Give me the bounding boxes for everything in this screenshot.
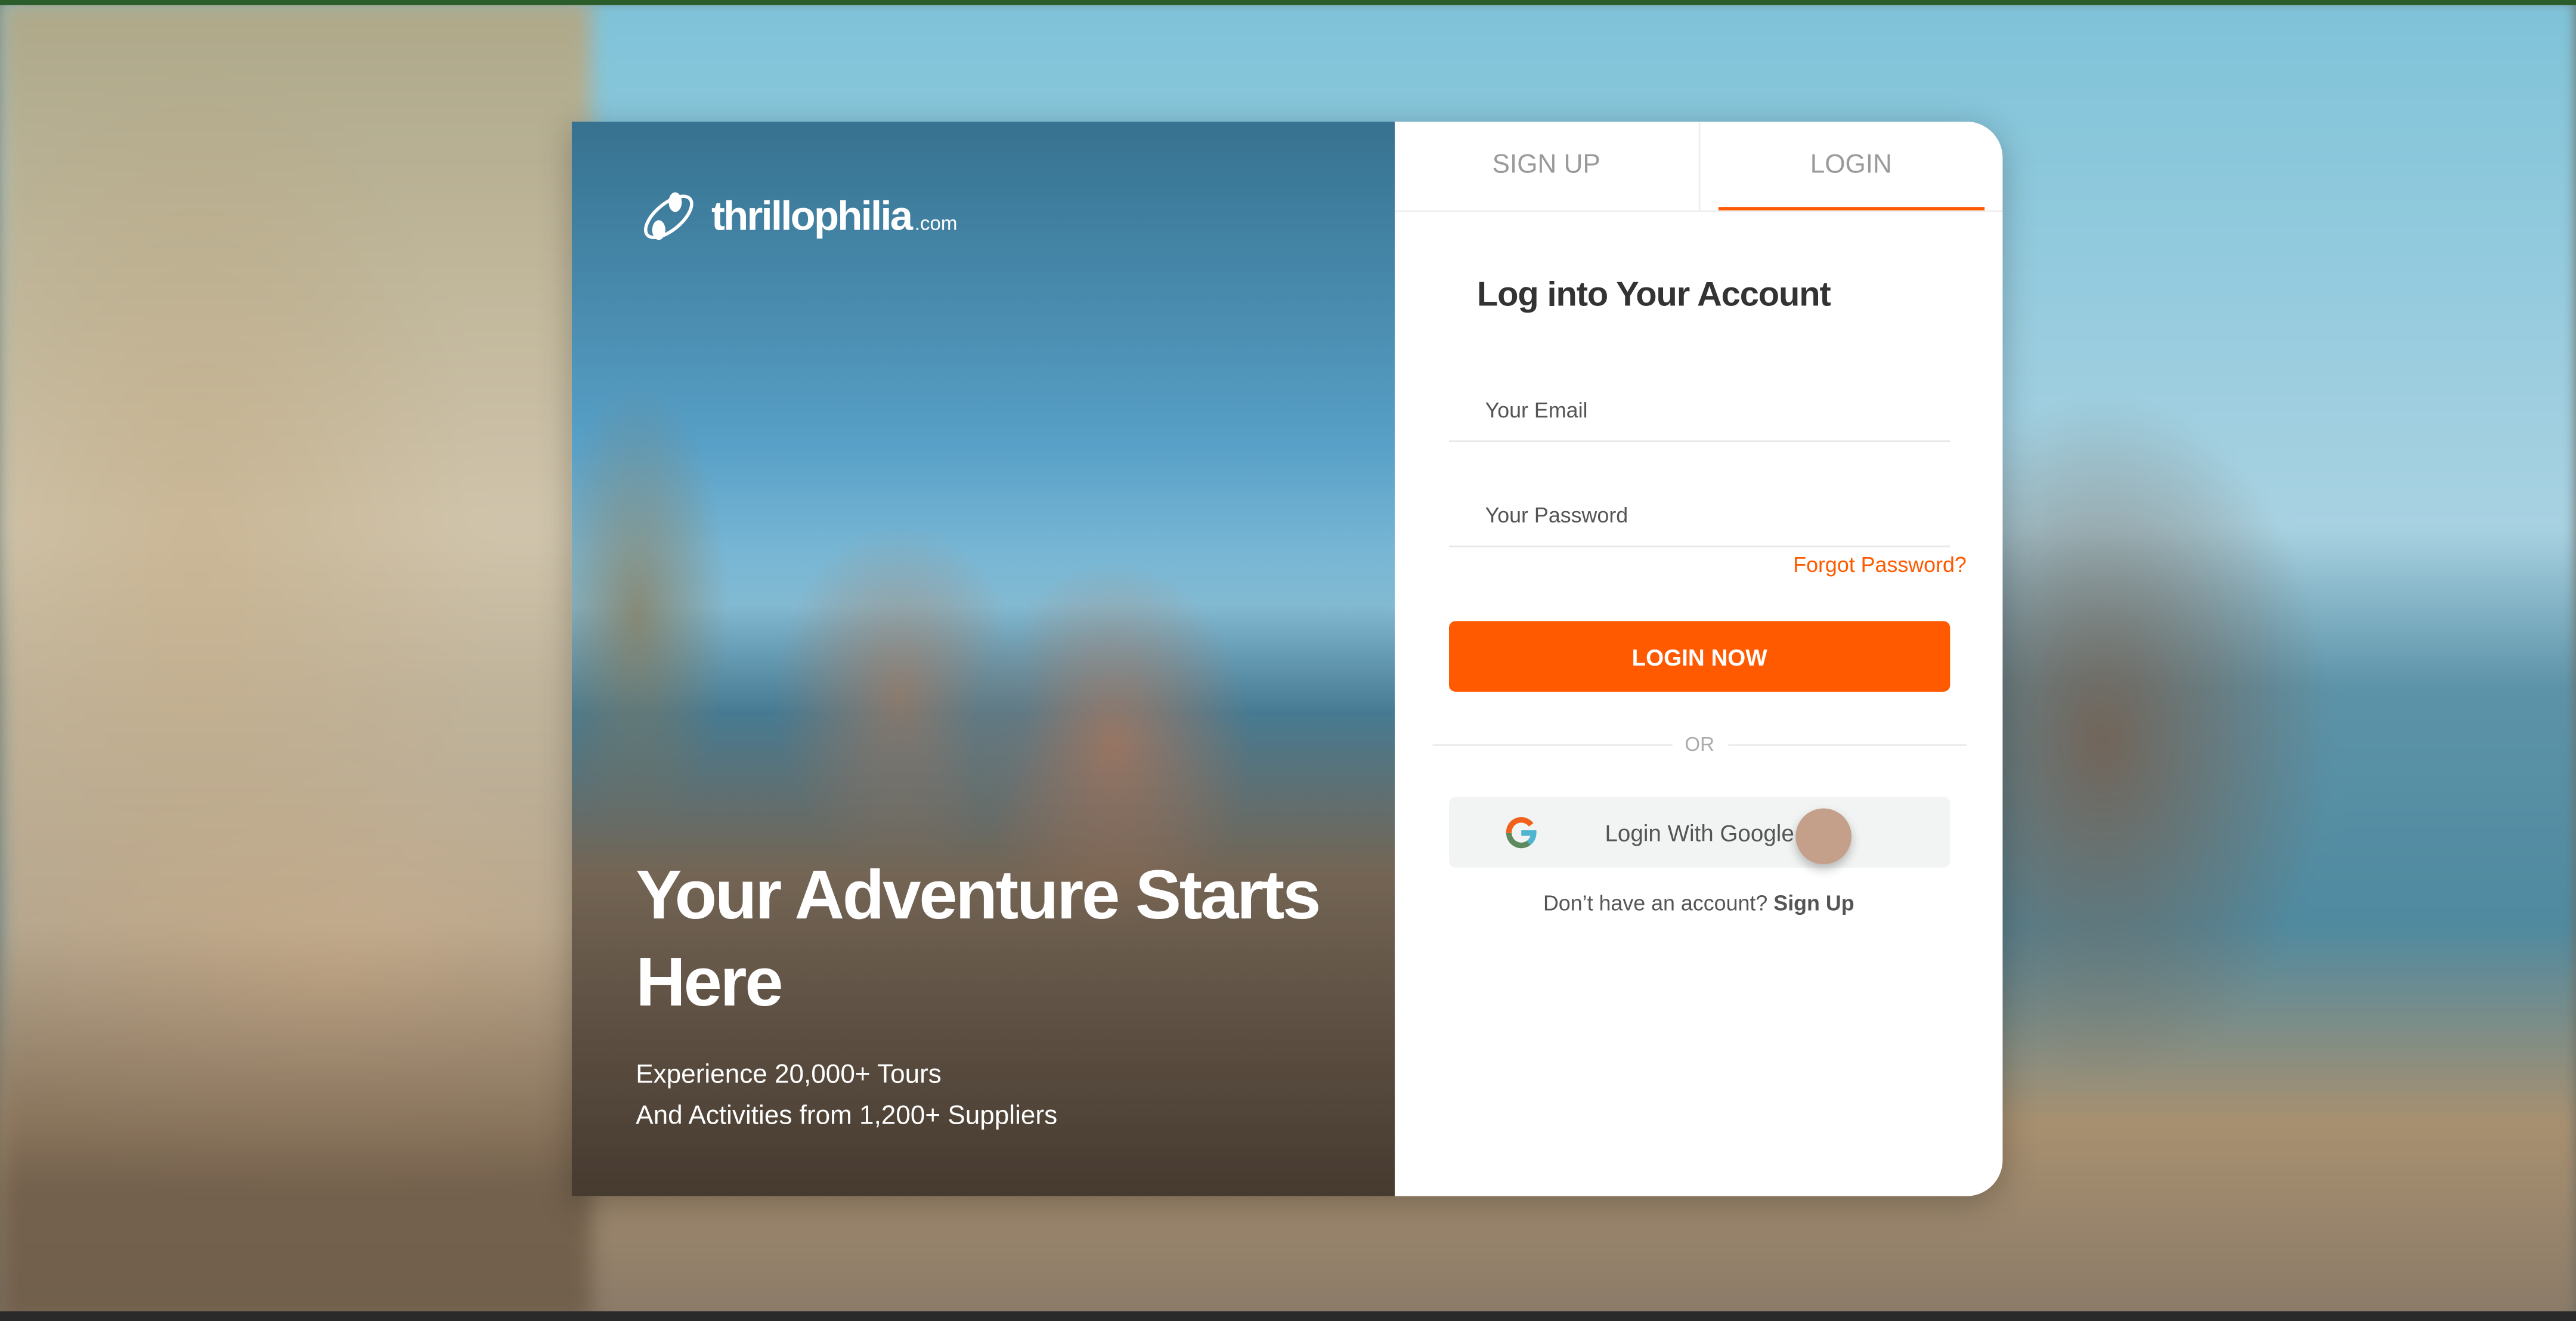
login-modal: thrillophilia .com Your Adventure Starts …: [571, 121, 2003, 1196]
top-border: [0, 0, 2576, 5]
form-title: Log into Your Account: [1476, 276, 1831, 314]
thrillophilia-logo: thrillophilia .com: [636, 184, 957, 250]
login-panel: SIGN UP LOGIN Log into Your Account Your…: [1395, 121, 2003, 1196]
mouse-cursor-indicator: [1795, 808, 1852, 865]
tab-sign-up[interactable]: SIGN UP: [1395, 121, 1700, 211]
tab-login[interactable]: LOGIN: [1699, 122, 2002, 211]
forgot-password-link[interactable]: Forgot Password?: [1793, 552, 1967, 577]
google-icon: [1506, 817, 1537, 849]
footprints-logo-icon: [643, 192, 693, 240]
password-input[interactable]: Your Password: [1448, 485, 1950, 547]
auth-tabs: SIGN UP LOGIN: [1395, 121, 2003, 212]
hero-title: Your Adventure Starts Here: [636, 856, 1321, 1020]
email-input[interactable]: Your Email: [1448, 379, 1950, 443]
login-with-google-button[interactable]: Login With Google: [1448, 797, 1950, 868]
background-cliff: [0, 0, 592, 1321]
bottom-bar: [0, 1311, 2576, 1321]
login-now-button[interactable]: LOGIN NOW: [1448, 621, 1950, 692]
or-divider: OR: [1432, 733, 1967, 756]
hero-image-panel: thrillophilia .com Your Adventure Starts …: [571, 121, 1395, 1196]
sign-up-link[interactable]: Sign Up: [1773, 890, 1854, 915]
signup-prompt: Don’t have an account? Sign Up: [1543, 890, 1854, 915]
hero-subtitle: Experience 20,000+ Tours And Activities f…: [636, 1061, 1058, 1131]
